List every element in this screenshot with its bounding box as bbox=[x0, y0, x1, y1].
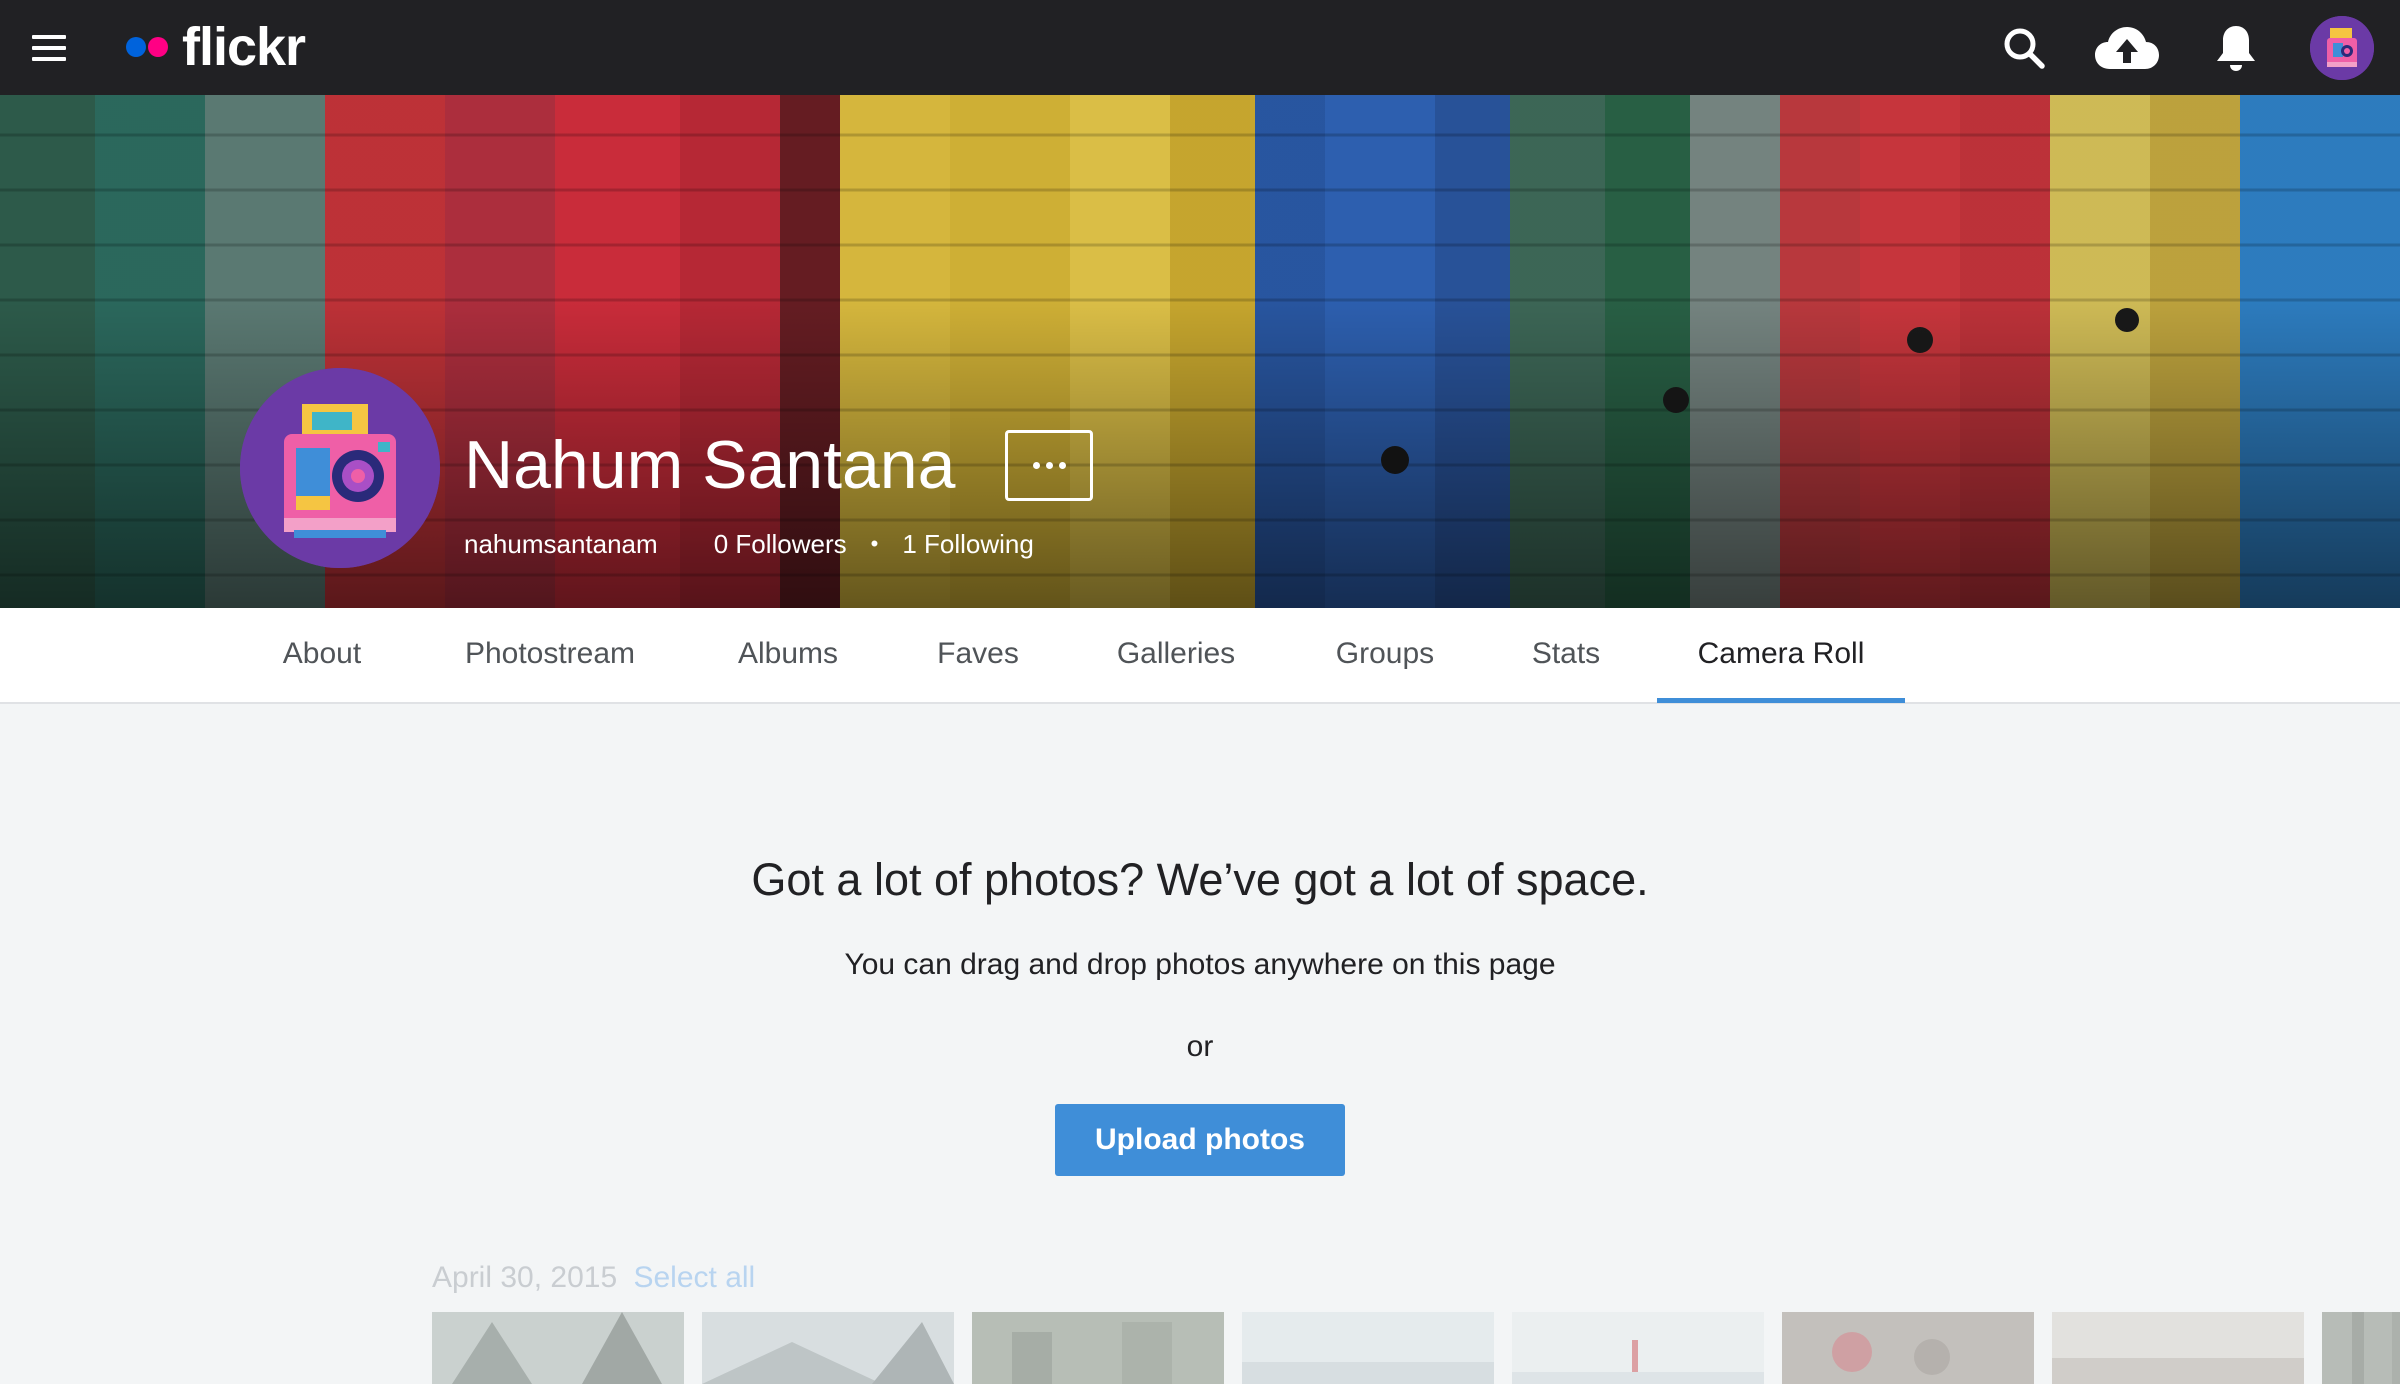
tab-groups[interactable]: Groups bbox=[1312, 608, 1458, 704]
more-options-button[interactable] bbox=[1005, 430, 1093, 501]
profile-meta: nahumsantanam 0 Followers • 1 Following bbox=[464, 526, 1034, 562]
tab-camera-roll[interactable]: Camera Roll bbox=[1657, 608, 1905, 704]
photo-thumbnail[interactable] bbox=[1242, 1312, 1494, 1384]
profile-username: nahumsantanam bbox=[464, 528, 658, 559]
photo-thumbnail[interactable] bbox=[432, 1312, 684, 1384]
ellipsis-dot bbox=[1045, 462, 1053, 469]
top-navigation-bar: flickr bbox=[0, 0, 2400, 95]
active-tab-indicator bbox=[1657, 698, 1905, 703]
photo-thumbnail[interactable] bbox=[2322, 1312, 2400, 1384]
ellipsis-dot bbox=[1032, 462, 1040, 469]
photo-thumbnail[interactable] bbox=[2052, 1312, 2304, 1384]
photo-thumbnail[interactable] bbox=[1782, 1312, 2034, 1384]
tab-faves[interactable]: Faves bbox=[916, 608, 1040, 704]
following-link[interactable]: 1 Following bbox=[902, 529, 1034, 560]
photo-thumbnail[interactable] bbox=[972, 1312, 1224, 1384]
select-all-link[interactable]: Select all bbox=[633, 1261, 755, 1294]
tab-albums[interactable]: Albums bbox=[710, 608, 866, 704]
logo-pink-dot bbox=[148, 37, 168, 57]
tab-stats[interactable]: Stats bbox=[1508, 608, 1624, 704]
tab-photostream[interactable]: Photostream bbox=[440, 608, 660, 704]
empty-state-or: or bbox=[1186, 1030, 1214, 1063]
empty-state-headline: Got a lot of photos? We’ve got a lot of … bbox=[751, 854, 1649, 905]
profile-name: Nahum Santana bbox=[464, 427, 956, 503]
profile-tabs: About Photostream Albums Faves Galleries… bbox=[0, 608, 2400, 704]
search-icon[interactable] bbox=[1994, 18, 2054, 78]
user-avatar[interactable] bbox=[2310, 16, 2374, 80]
camera-roll-date-header: April 30, 2015 Select all bbox=[432, 1258, 755, 1298]
meta-separator: • bbox=[870, 531, 879, 556]
upload-photos-button[interactable]: Upload photos bbox=[1055, 1104, 1345, 1176]
menu-icon[interactable] bbox=[32, 35, 66, 61]
notification-bell-icon[interactable] bbox=[2206, 18, 2266, 78]
flickr-logo[interactable]: flickr bbox=[126, 17, 306, 77]
tab-galleries[interactable]: Galleries bbox=[1090, 608, 1262, 704]
logo-wordmark: flickr bbox=[182, 17, 306, 77]
upload-cloud-icon[interactable] bbox=[2094, 18, 2160, 78]
photo-thumbnail[interactable] bbox=[1512, 1312, 1764, 1384]
empty-state-subtext: You can drag and drop photos anywhere on… bbox=[844, 948, 1556, 981]
ellipsis-dot bbox=[1058, 462, 1066, 469]
photo-thumbnail[interactable] bbox=[702, 1312, 954, 1384]
camera-roll-date: April 30, 2015 bbox=[432, 1261, 618, 1294]
followers-link[interactable]: 0 Followers bbox=[714, 529, 847, 560]
logo-blue-dot bbox=[126, 37, 146, 57]
tab-about[interactable]: About bbox=[254, 608, 390, 704]
profile-avatar[interactable] bbox=[240, 368, 440, 568]
